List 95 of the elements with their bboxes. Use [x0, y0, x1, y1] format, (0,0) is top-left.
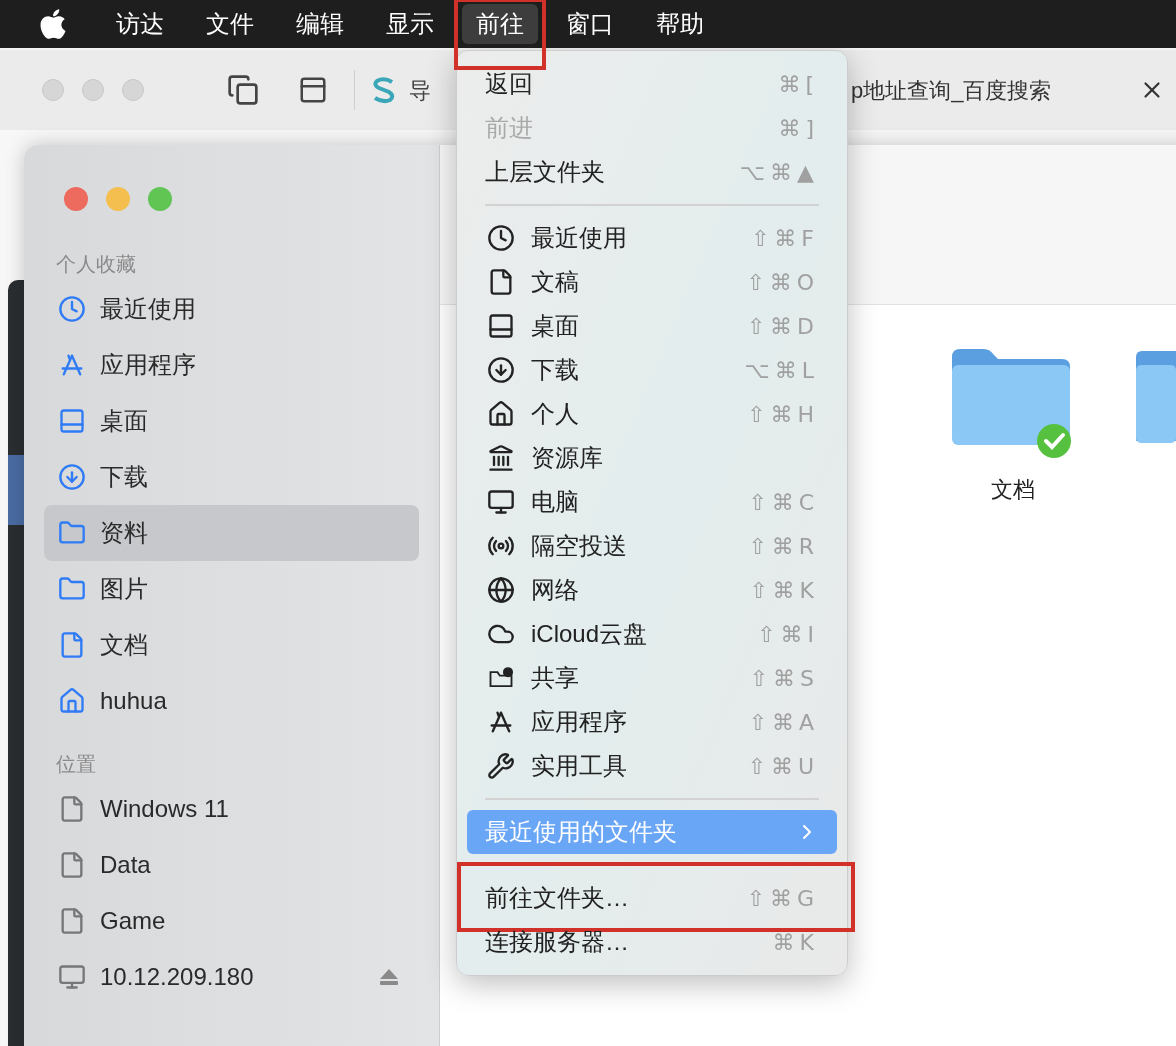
clock-icon — [487, 224, 515, 252]
shortcut: ⌘[ — [778, 70, 819, 99]
menu-bar-item[interactable]: 访达 — [102, 4, 178, 44]
menu-item[interactable]: 电脑 ⇧⌘C — [467, 480, 837, 524]
sidebar-item[interactable]: 最近使用 — [44, 281, 419, 337]
shortcut: ⌥⌘L — [744, 356, 819, 385]
sidebar-label: huhua — [100, 686, 168, 716]
menu-item[interactable]: 桌面 ⇧⌘D — [467, 304, 837, 348]
shortcut: ⌥⌘▲ — [739, 158, 819, 187]
sidebar-label: 下载 — [100, 462, 149, 492]
menu-item[interactable]: 下载 ⌥⌘L — [467, 348, 837, 392]
desktop-icon — [487, 312, 515, 340]
sidebar-icon[interactable] — [298, 75, 328, 105]
tabs-icon[interactable] — [226, 74, 260, 106]
download-icon — [58, 463, 86, 491]
server-icon — [58, 963, 86, 991]
menu-bar-item[interactable]: 文件 — [192, 4, 268, 44]
sidebar-label: 最近使用 — [100, 294, 197, 324]
section-header: 位置 — [56, 752, 97, 777]
sidebar-item[interactable]: Windows 11 — [44, 781, 419, 837]
site-logo-icon — [371, 76, 397, 104]
close-button[interactable] — [64, 187, 88, 211]
sidebar-item[interactable]: Game — [44, 893, 419, 949]
menu-item[interactable]: 应用程序 ⇧⌘A — [467, 700, 837, 744]
window-button[interactable] — [42, 79, 64, 101]
sidebar-label: Game — [100, 906, 167, 936]
shortcut: ⇧⌘G — [746, 884, 819, 913]
menu-item[interactable]: 网络 ⇧⌘K — [467, 568, 837, 612]
sidebar-item[interactable]: 文档 — [44, 617, 419, 673]
home-icon — [58, 687, 86, 715]
tools-icon — [487, 752, 515, 780]
sidebar-label: 10.12.209.180 — [100, 962, 255, 992]
shortcut: ⇧⌘F — [750, 224, 819, 253]
folder-icon — [58, 519, 86, 547]
menu-item[interactable]: 资源库 — [467, 436, 837, 480]
menu-item[interactable]: 个人 ⇧⌘H — [467, 392, 837, 436]
shortcut: ⇧⌘I — [757, 620, 819, 649]
shortcut: ⇧⌘S — [749, 664, 819, 693]
download-icon — [487, 356, 515, 384]
sidebar-item[interactable]: 资料 — [44, 505, 419, 561]
sidebar-item[interactable]: 10.12.209.180 — [44, 949, 419, 1005]
zoom-button[interactable] — [148, 187, 172, 211]
sidebar-label: Windows 11 — [100, 794, 230, 824]
library-icon — [487, 444, 515, 472]
menu-item[interactable]: 前往文件夹… ⇧⌘G — [467, 876, 837, 920]
clock-icon — [58, 295, 86, 323]
sidebar-item[interactable]: 图片 — [44, 561, 419, 617]
eject-icon[interactable] — [379, 968, 399, 986]
menu-item[interactable]: iCloud云盘 ⇧⌘I — [467, 612, 837, 656]
sidebar-label: 文档 — [100, 630, 149, 660]
shortcut: ⇧⌘A — [748, 708, 819, 737]
sidebar-item[interactable]: Data — [44, 837, 419, 893]
shortcut: ⇧⌘R — [748, 532, 819, 561]
shortcut: ⇧⌘D — [746, 312, 819, 341]
file-name: 文档 — [991, 476, 1035, 504]
menu-item[interactable]: 实用工具 ⇧⌘U — [467, 744, 837, 788]
sidebar-label: 资料 — [100, 518, 149, 548]
section-header: 个人收藏 — [56, 252, 137, 277]
shortcut: ⌘K — [772, 928, 819, 957]
window-button[interactable] — [82, 79, 104, 101]
sidebar-label: Data — [100, 850, 152, 880]
globe-icon — [487, 576, 515, 604]
sidebar-label: 桌面 — [100, 406, 149, 436]
shortcut: ⇧⌘H — [747, 400, 819, 429]
sidebar-label: 图片 — [100, 574, 149, 604]
shortcut: ⌘] — [778, 114, 819, 143]
shortcut: ⇧⌘C — [748, 488, 819, 517]
menu-bar-item[interactable]: 编辑 — [282, 4, 358, 44]
menu-bar-item[interactable]: 前往 — [462, 4, 538, 44]
tab-title[interactable]: 导 — [409, 73, 431, 107]
sidebar-item[interactable]: 应用程序 — [44, 337, 419, 393]
menu-item[interactable]: 上层文件夹 ⌥⌘▲ — [467, 150, 837, 194]
shortcut: ⇧⌘O — [746, 268, 819, 297]
menu-bar-item[interactable]: 窗口 — [552, 4, 628, 44]
home-icon — [487, 400, 515, 428]
menu-item[interactable]: 文稿 ⇧⌘O — [467, 260, 837, 304]
menu-item[interactable]: 隔空投送 ⇧⌘R — [467, 524, 837, 568]
shortcut: ⇧⌘U — [747, 752, 819, 781]
menu-item[interactable]: 连接服务器… ⌘K — [467, 920, 837, 964]
menu-bar-item[interactable]: 显示 — [372, 4, 448, 44]
window-button[interactable] — [122, 79, 144, 101]
sidebar-item[interactable]: 下载 — [44, 449, 419, 505]
sidebar-item[interactable]: huhua — [44, 673, 419, 729]
sidebar-item[interactable]: 桌面 — [44, 393, 419, 449]
menu-item[interactable]: 最近使用 ⇧⌘F — [467, 216, 837, 260]
computer-icon — [487, 488, 515, 516]
tab-title[interactable]: p地址查询_百度搜索 — [851, 73, 1052, 107]
shortcut: ⇧⌘K — [749, 576, 819, 605]
menu-item[interactable]: 返回 ⌘[ — [467, 62, 837, 106]
menu-item[interactable]: 共享 ⇧⌘S — [467, 656, 837, 700]
sidebar-label: 应用程序 — [100, 350, 197, 380]
apple-icon[interactable] — [38, 7, 68, 41]
desktop-icon — [58, 407, 86, 435]
folder-icon — [58, 575, 86, 603]
menu-bar-item[interactable]: 帮助 — [642, 4, 718, 44]
